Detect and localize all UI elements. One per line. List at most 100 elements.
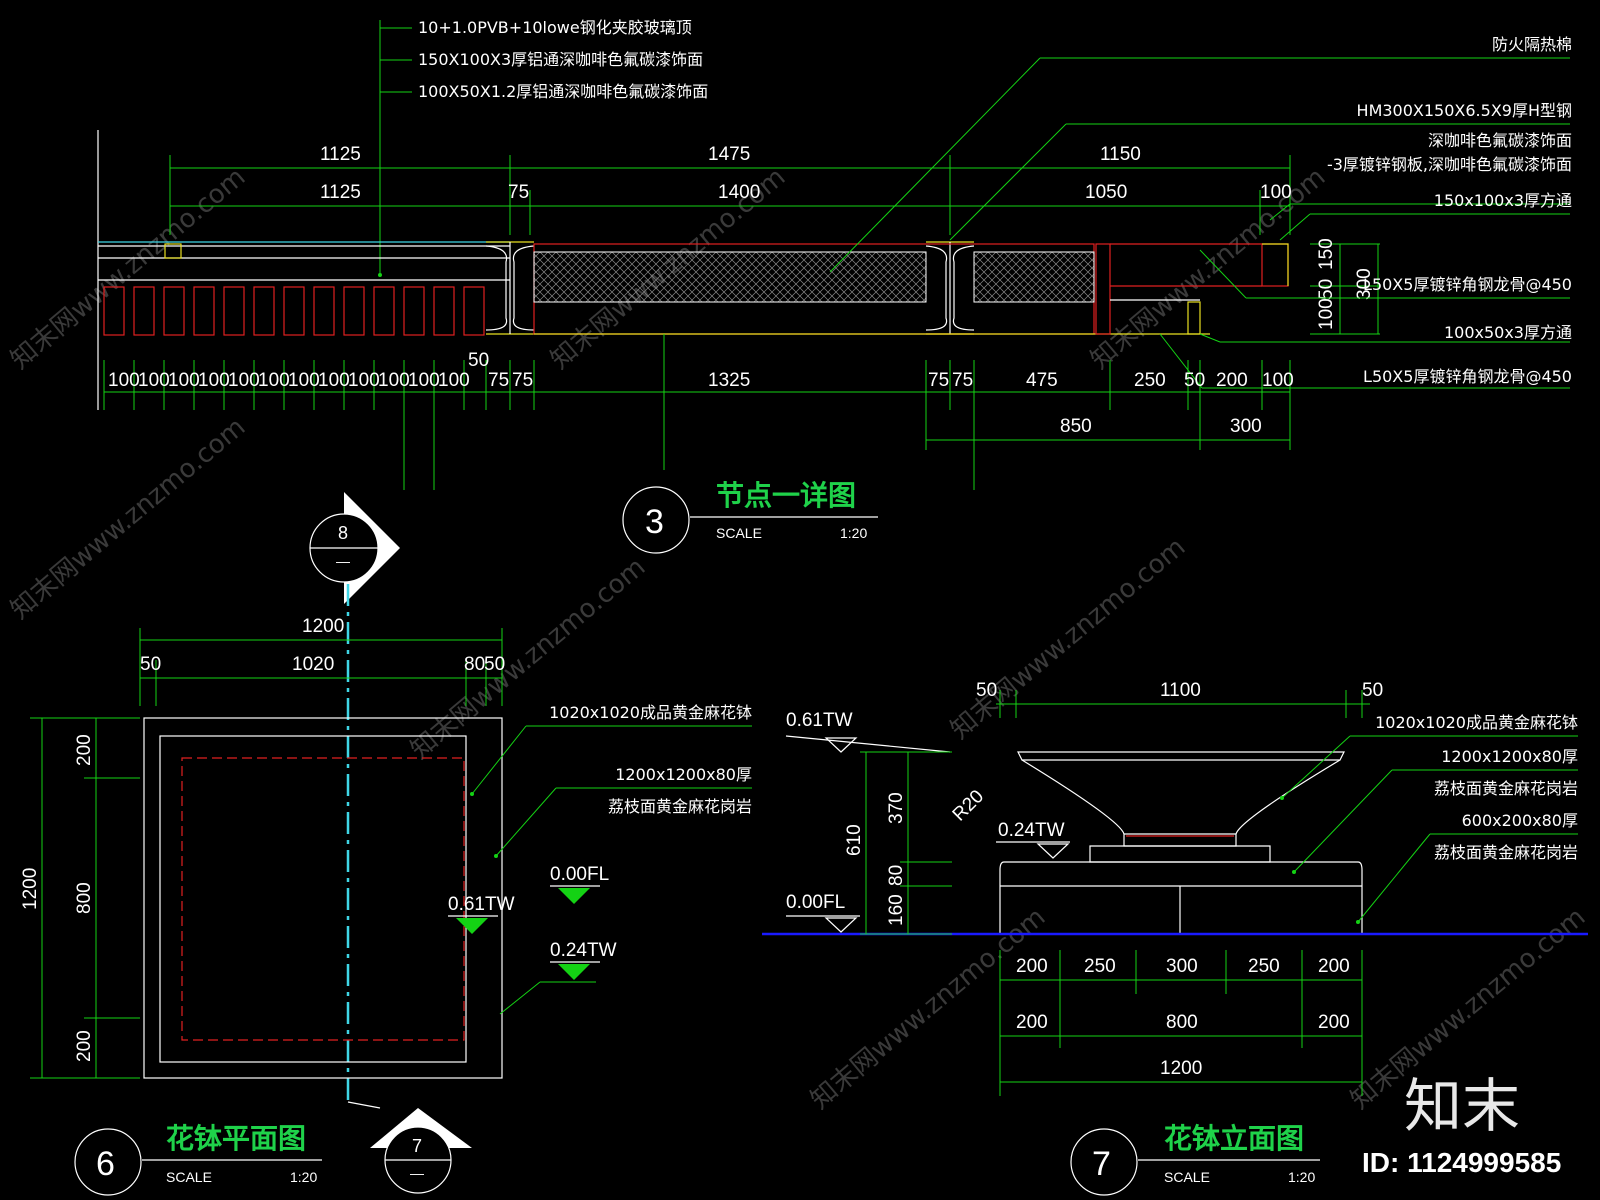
detail-6-scale-label: SCALE [166, 1169, 212, 1185]
plan-level-0.00FL: 0.00FL [550, 864, 609, 885]
elev-radius: R20 [949, 786, 988, 825]
detail-3-title: 节点一详图 [716, 479, 856, 512]
dim-100-7: 100 [288, 370, 320, 391]
h-beam-left [485, 241, 535, 335]
dim-100-5: 100 [228, 370, 260, 391]
detail-tag-3: 3 [645, 503, 664, 541]
elev-level-0.24TW: 0.24TW [998, 820, 1065, 841]
dim-75: 75 [508, 182, 529, 203]
detail-3-scale-label: SCALE [716, 525, 762, 541]
plan-callout-slab: 1200x1200x80厚 [615, 765, 752, 784]
dim-250: 250 [1134, 370, 1166, 391]
dim-75-d: 75 [952, 370, 973, 391]
dim-50v: 50 [1316, 279, 1337, 300]
dim-850: 850 [1060, 416, 1092, 437]
dim-100-8: 100 [318, 370, 350, 391]
watermark: 知末网www.znzmo.com [405, 552, 651, 765]
elev-dim-80: 80 [886, 865, 907, 886]
callout-steel-plate: -3厚镀锌钢板,深咖啡色氟碳漆饰面 [1327, 155, 1572, 174]
elev-dim-250a: 250 [1084, 956, 1116, 977]
detail-6-scale-value: 1:20 [290, 1169, 317, 1185]
section-tag-8: 8 [338, 523, 348, 543]
elev-dim-370: 370 [886, 792, 907, 824]
elev-dim-160: 160 [886, 894, 907, 926]
dim-300: 300 [1230, 416, 1262, 437]
callout-angle-2: L50X5厚镀锌角钢龙骨@450 [1363, 367, 1572, 386]
dim-100-6: 100 [258, 370, 290, 391]
callout-tube-150: 150x100x3厚方通 [1434, 191, 1572, 210]
detail-7-scale-value: 1:20 [1288, 1169, 1315, 1185]
detail-tag-7: 7 [1092, 1145, 1111, 1183]
elev-callout-planter: 1020x1020成品黄金麻花钵 [1375, 713, 1578, 732]
elev-dim-1100: 1100 [1160, 680, 1201, 701]
dim-100-4: 100 [198, 370, 230, 391]
section-tag-7: 7 [412, 1136, 422, 1156]
callout-tube-100: 100x50x3厚方通 [1444, 323, 1572, 342]
callout-h-beam: HM300X150X6.5X9厚H型钢 [1357, 101, 1572, 120]
elev-dim-250b: 250 [1248, 956, 1280, 977]
dim-1325: 1325 [708, 370, 750, 391]
dim-100-2: 100 [138, 370, 170, 391]
elev-dim-200a: 200 [1016, 956, 1048, 977]
plan-dim-80: 80 [464, 654, 485, 675]
dim-100v: 100 [1316, 298, 1337, 330]
callout-alu-150: 150X100X3厚铝通深咖啡色氟碳漆饰面 [418, 50, 703, 69]
cad-drawing-canvas: 知末网www.znzmo.com 知末网www.znzmo.com 知末网www… [5, 18, 1591, 1196]
dim-50b: 50 [1184, 370, 1205, 391]
elev-callout-base: 600x200x80厚 [1462, 811, 1578, 830]
plan-callout-granite: 荔枝面黄金麻花岗岩 [608, 797, 752, 816]
detail-3-scale-value: 1:20 [840, 525, 867, 541]
watermark: 知末网www.znzmo.com [5, 412, 251, 625]
callout-glass: 10+1.0PVB+10lowe钢化夹胶玻璃顶 [418, 18, 692, 37]
plan-dim-1020: 1020 [292, 654, 334, 675]
plan-dim-50b: 50 [484, 654, 505, 675]
aluminium-slats [103, 286, 485, 336]
detail-7-title: 花钵立面图 [1164, 1122, 1304, 1155]
detail-6-title: 花钵平面图 [166, 1122, 306, 1155]
h-beam-right [925, 241, 975, 335]
elev-level-0.00FL: 0.00FL [786, 892, 845, 913]
dim-475: 475 [1026, 370, 1058, 391]
dim-100b: 100 [1262, 370, 1294, 391]
callout-angle-1: L50X5厚镀锌角钢龙骨@450 [1363, 275, 1572, 294]
watermark: 知末网www.znzmo.com [945, 532, 1191, 745]
brand-logo: 知末 [1404, 1072, 1520, 1140]
dim-75-b: 75 [512, 370, 533, 391]
dim-100: 100 [1260, 182, 1292, 203]
elev-dim-300: 300 [1166, 956, 1198, 977]
elev-dim-50b: 50 [1362, 680, 1383, 701]
plan-dim-50a: 50 [140, 654, 161, 675]
elev-dim-800: 800 [1166, 1012, 1198, 1033]
elev-dim-610: 610 [844, 824, 865, 856]
callout-insulation: 防火隔热棉 [1492, 35, 1572, 54]
section-tag-7-sub: — [410, 1165, 424, 1181]
plan-dim-800: 800 [74, 882, 95, 914]
elev-level-0.61TW: 0.61TW [786, 710, 853, 731]
detail-3-section: 10+1.0PVB+10lowe钢化夹胶玻璃顶 150X100X3厚铝通深咖啡色… [97, 18, 1572, 554]
dim-1125: 1125 [320, 144, 361, 165]
elev-callout-slab: 1200x1200x80厚 [1441, 747, 1578, 766]
plan-level-0.24TW: 0.24TW [550, 940, 617, 961]
dim-100-1: 100 [108, 370, 140, 391]
dim-1400: 1400 [718, 182, 760, 203]
dim-100-3: 100 [168, 370, 200, 391]
dim-75-c: 75 [928, 370, 949, 391]
dim-150v: 150 [1316, 238, 1337, 270]
elev-dim-50a: 50 [976, 680, 997, 701]
dim-100-11: 100 [408, 370, 440, 391]
elev-callout-granite-2: 荔枝面黄金麻花岗岩 [1434, 843, 1578, 862]
section-tag-8-sub: — [336, 553, 350, 569]
dim-75-a: 75 [488, 370, 509, 391]
elev-dim-200c: 200 [1016, 1012, 1048, 1033]
dim-1475: 1475 [708, 144, 750, 165]
elev-dim-200b: 200 [1318, 956, 1350, 977]
watermark-layer: 知末网www.znzmo.com 知末网www.znzmo.com 知末网www… [5, 162, 1591, 1115]
dim-100-10: 100 [378, 370, 410, 391]
dim-50: 50 [468, 350, 489, 371]
dim-1150: 1150 [1100, 144, 1141, 165]
elev-dim-1200: 1200 [1160, 1058, 1202, 1079]
dim-100-9: 100 [348, 370, 380, 391]
watermark: 知末网www.znzmo.com [5, 162, 251, 375]
dim-1125b: 1125 [320, 182, 361, 203]
callout-alu-100: 100X50X1.2厚铝通深咖啡色氟碳漆饰面 [418, 82, 708, 101]
